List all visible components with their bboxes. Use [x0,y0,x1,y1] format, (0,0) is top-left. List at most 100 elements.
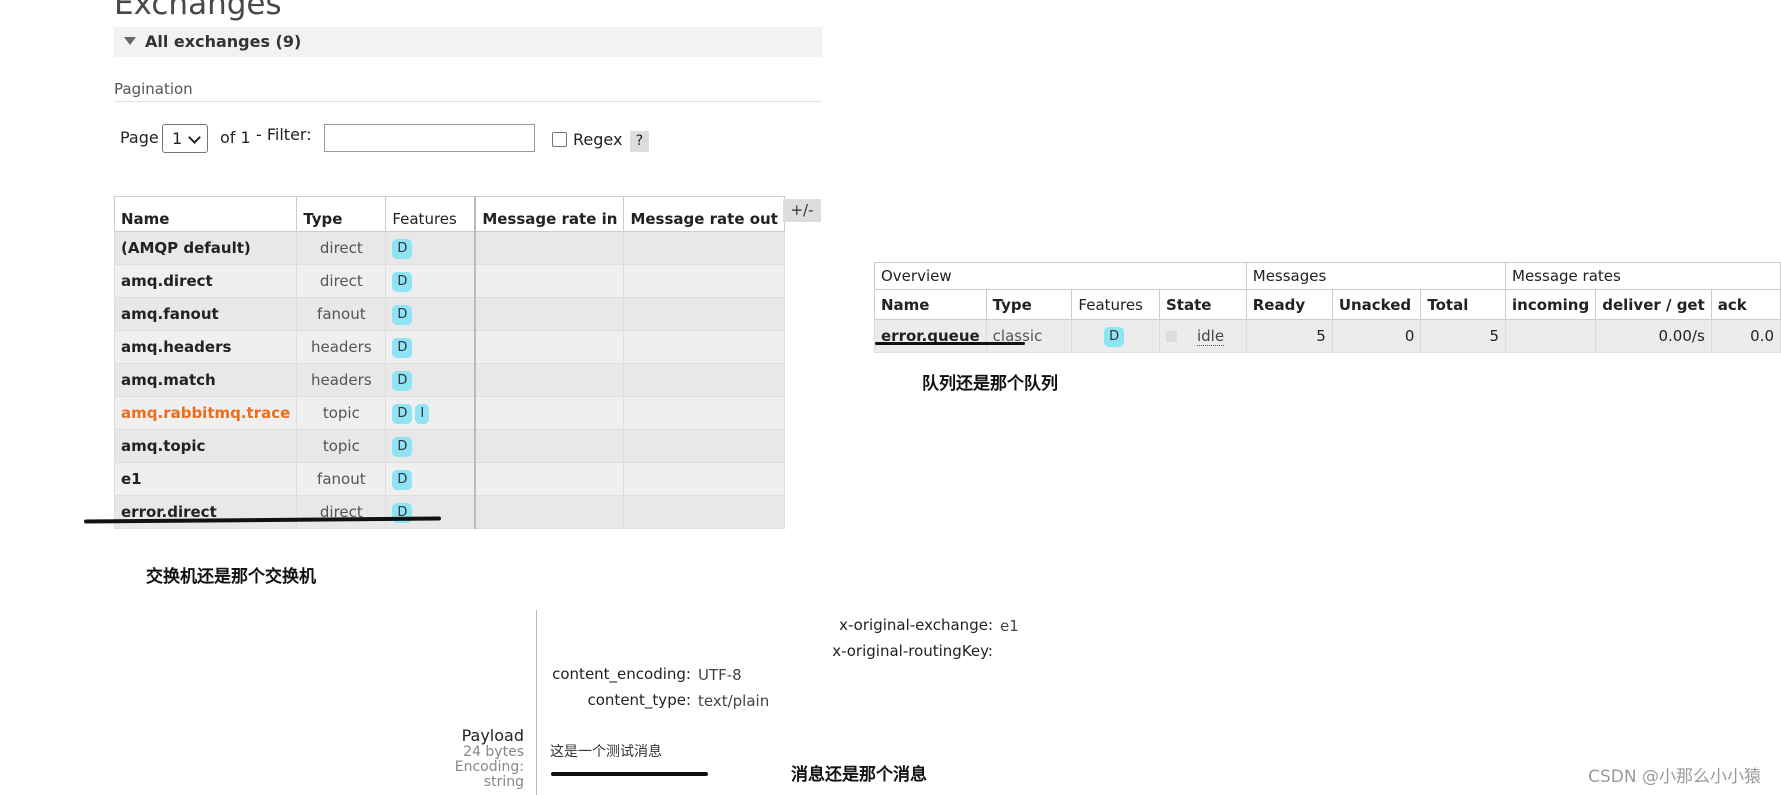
feature-badge-internal: I [415,403,430,424]
annotation-underline-queue [875,342,1025,345]
annotation-caption-exchange: 交换机还是那个交换机 [146,567,316,587]
exchange-type: direct [296,495,387,529]
exchange-features: D [385,264,476,298]
exchange-type: headers [296,330,387,364]
feature-badge: D [392,304,413,325]
exchange-type: direct [296,231,387,265]
property-value-content-encoding: UTF-8 [698,666,742,684]
payload-text: 这是一个测试消息 [550,744,662,760]
column-header-ready[interactable]: Ready [1245,289,1333,320]
table-row: error.queue classic D idle 5 0 5 0.00/s … [874,319,1781,353]
queue-type: classic [985,319,1073,353]
ready-count: 5 [1245,319,1333,353]
annotation-underline-message [551,772,708,776]
column-header-unacked[interactable]: Unacked [1331,289,1422,320]
column-header-name[interactable]: Name [874,289,987,320]
rate-out-cell [623,264,785,298]
toggle-columns-button[interactable]: +/- [783,199,821,222]
pagination-divider [114,101,822,102]
exchange-type: fanout [296,297,387,331]
rate-in-cell [474,297,625,331]
property-key-content-encoding: content_encoding: [552,665,691,683]
column-header-state[interactable]: State [1158,289,1247,320]
filter-input[interactable] [324,124,535,152]
pagination-heading: Pagination [114,80,193,98]
rate-out-cell [623,330,785,364]
header-value-original-exchange: e1 [1000,617,1019,635]
exchange-name-link[interactable]: amq.headers [113,330,298,364]
rate-out-cell [623,462,785,496]
exchange-features: D [385,297,476,331]
exchange-features: D [385,363,476,397]
regex-checkbox[interactable] [552,132,567,147]
message-panel-divider [536,610,537,795]
exchange-name-link[interactable]: (AMQP default) [113,231,298,265]
table-header-row: Name Type Features Message rate in Messa… [113,196,785,232]
column-header-total[interactable]: Total [1420,289,1507,320]
property-value-content-type: text/plain [698,692,770,710]
exchange-name-link[interactable]: e1 [113,462,298,496]
page-select[interactable]: 1 [162,124,208,153]
payload-label: Payload [461,726,524,745]
unacked-count: 0 [1331,319,1422,353]
exchange-features: D [385,330,476,364]
exchange-name-link[interactable]: amq.match [113,363,298,397]
help-button[interactable]: ? [630,131,649,152]
rate-out-cell [623,363,785,397]
rate-out-cell [623,297,785,331]
table-row: amq.direct direct D [113,264,785,298]
exchange-name-link[interactable]: amq.direct [113,264,298,298]
rate-in-cell [474,396,625,430]
column-header-type[interactable]: Type [985,289,1073,320]
deliver-get-rate: 0.00/s [1595,319,1712,353]
exchange-features: D [385,231,476,265]
payload-encoding-value: string [483,774,524,790]
state-label: idle [1196,327,1225,346]
group-header-overview: Overview [874,262,1247,290]
column-header-type[interactable]: Type [296,196,387,232]
rate-in-cell [474,330,625,364]
queue-name-link[interactable]: error.queue [874,319,987,353]
annotation-caption-message: 消息还是那个消息 [791,765,927,785]
group-header-message-rates: Message rates [1505,262,1781,290]
column-header-deliver-get[interactable]: deliver / get [1595,289,1712,320]
annotation-caption-queue: 队列还是那个队列 [922,374,1058,394]
rate-in-cell [474,363,625,397]
table-row: amq.fanout fanout D [113,297,785,331]
exchange-name-link[interactable]: error.direct [113,495,298,529]
column-header-name[interactable]: Name [113,196,298,232]
queue-features: D [1071,319,1160,353]
column-header-rate-out[interactable]: Message rate out [623,196,785,232]
page-count-label: of 1 [220,128,251,147]
column-header-rate-in[interactable]: Message rate in [474,196,625,232]
exchange-features: D [385,462,476,496]
exchanges-table: Name Type Features Message rate in Messa… [113,196,785,529]
exchange-name-link[interactable]: amq.rabbitmq.trace [113,396,298,430]
queues-table: Overview Messages Message rates Name Typ… [874,262,1781,353]
incoming-rate [1505,319,1597,353]
feature-badge: D [392,436,413,457]
all-exchanges-toggle[interactable]: All exchanges (9) [114,27,822,57]
table-row: e1 fanout D [113,462,785,496]
ack-rate: 0.0 [1710,319,1781,353]
rate-in-cell [474,495,625,529]
exchange-name-link[interactable]: amq.topic [113,429,298,463]
feature-badge: D [392,370,413,391]
regex-label: Regex [573,130,623,149]
exchange-name-link[interactable]: amq.fanout [113,297,298,331]
table-header-row: Name Type Features State Ready Unacked T… [874,289,1781,320]
exchange-type: fanout [296,462,387,496]
total-count: 5 [1420,319,1507,353]
payload-size: 24 bytes [463,744,524,760]
rate-in-cell [474,462,625,496]
queue-state: idle [1158,319,1247,353]
rate-out-cell [623,396,785,430]
page-title: Exchanges [114,0,282,22]
feature-badge: D [392,271,413,292]
exchange-features: DI [385,396,476,430]
column-header-ack[interactable]: ack [1710,289,1781,320]
table-row: (AMQP default) direct D [113,231,785,265]
column-header-incoming[interactable]: incoming [1505,289,1597,320]
feature-badge: D [392,469,413,490]
payload-encoding-label: Encoding: [454,759,524,775]
